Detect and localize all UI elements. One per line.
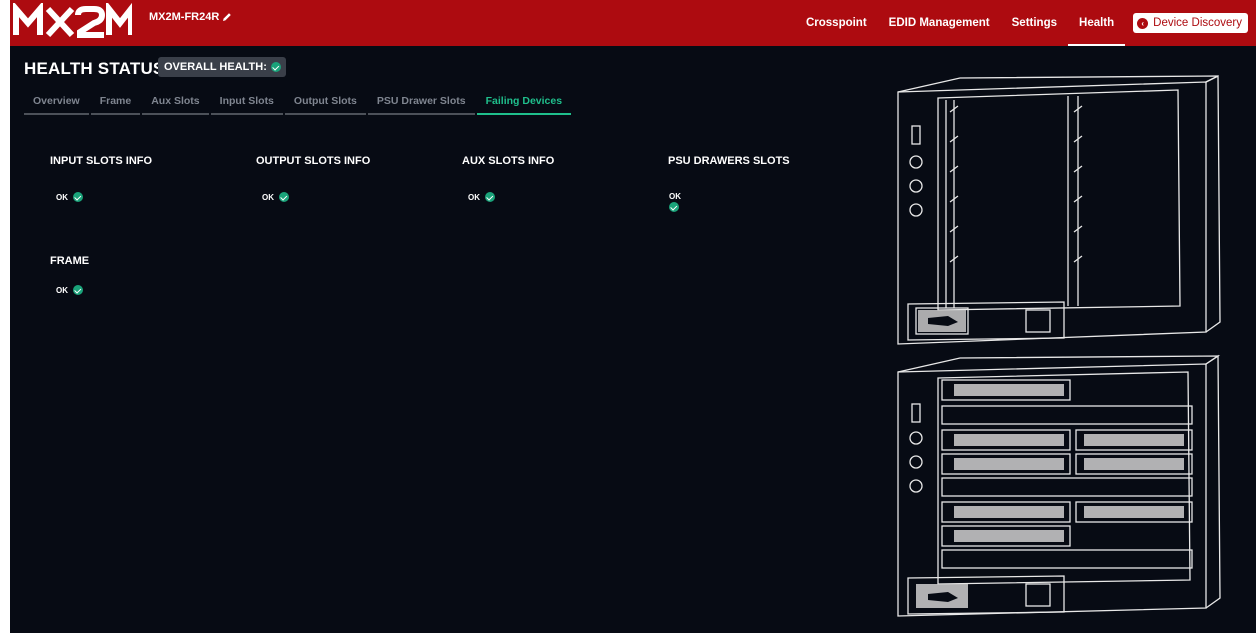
input-slots-status: OK bbox=[56, 192, 83, 202]
nav-settings[interactable]: Settings bbox=[1001, 0, 1068, 46]
pencil-icon[interactable] bbox=[222, 12, 232, 22]
overall-health-badge: OVERALL HEALTH: bbox=[158, 57, 286, 77]
frame-title: FRAME bbox=[50, 255, 90, 267]
empty-chassis-illustration bbox=[897, 74, 1221, 345]
tab-overview[interactable]: Overview bbox=[24, 90, 89, 115]
populated-chassis-illustration bbox=[897, 354, 1221, 617]
tab-input-slots[interactable]: Input Slots bbox=[210, 90, 283, 115]
chevron-left-icon: ‹ bbox=[1137, 17, 1149, 29]
psu-drawers-status: OK bbox=[669, 192, 681, 212]
tab-output-slots[interactable]: Output Slots bbox=[284, 90, 366, 115]
aux-slots-status-text: OK bbox=[468, 192, 480, 202]
tab-psu-drawer-slots[interactable]: PSU Drawer Slots bbox=[367, 90, 475, 115]
tab-failing-devices[interactable]: Failing Devices bbox=[476, 90, 572, 115]
mx2m-logo bbox=[13, 3, 132, 38]
device-discovery-label: Device Discovery bbox=[1153, 17, 1242, 29]
check-circle-icon bbox=[669, 202, 679, 212]
nav-health[interactable]: Health bbox=[1068, 0, 1126, 46]
tab-aux-slots[interactable]: Aux Slots bbox=[142, 90, 209, 115]
main-nav: Crosspoint EDID Management Settings Heal… bbox=[795, 0, 1256, 46]
nav-crosspoint[interactable]: Crosspoint bbox=[795, 0, 878, 46]
device-name-label: MX2M-FR24R bbox=[149, 11, 220, 23]
check-circle-icon bbox=[270, 62, 281, 72]
psu-drawers-title: PSU DRAWERS SLOTS bbox=[668, 155, 790, 167]
check-circle-icon bbox=[73, 285, 83, 295]
top-bar: MX2M-FR24R Crosspoint EDID Management Se… bbox=[10, 0, 1256, 46]
page-title: HEALTH STATUS bbox=[24, 59, 165, 78]
nav-edid-management[interactable]: EDID Management bbox=[878, 0, 1001, 46]
input-slots-status-text: OK bbox=[56, 192, 68, 202]
app-window: MX2M-FR24R Crosspoint EDID Management Se… bbox=[10, 0, 1256, 633]
overall-health-label: OVERALL HEALTH: bbox=[164, 61, 267, 73]
tab-frame[interactable]: Frame bbox=[90, 90, 141, 115]
device-name[interactable]: MX2M-FR24R bbox=[149, 11, 232, 23]
check-circle-icon bbox=[279, 192, 289, 202]
aux-slots-title: AUX SLOTS INFO bbox=[462, 155, 555, 167]
device-discovery-button[interactable]: ‹ Device Discovery bbox=[1133, 13, 1248, 33]
output-slots-status: OK bbox=[262, 192, 289, 202]
check-circle-icon bbox=[73, 192, 83, 202]
aux-slots-status: OK bbox=[468, 192, 495, 202]
check-circle-icon bbox=[485, 192, 495, 202]
output-slots-title: OUTPUT SLOTS INFO bbox=[256, 155, 371, 167]
health-tabs: Overview Frame Aux Slots Input Slots Out… bbox=[24, 90, 573, 115]
psu-drawers-status-text: OK bbox=[669, 192, 681, 201]
output-slots-status-text: OK bbox=[262, 192, 274, 202]
frame-status-text: OK bbox=[56, 285, 68, 295]
frame-status: OK bbox=[56, 285, 83, 295]
input-slots-title: INPUT SLOTS INFO bbox=[50, 155, 153, 167]
